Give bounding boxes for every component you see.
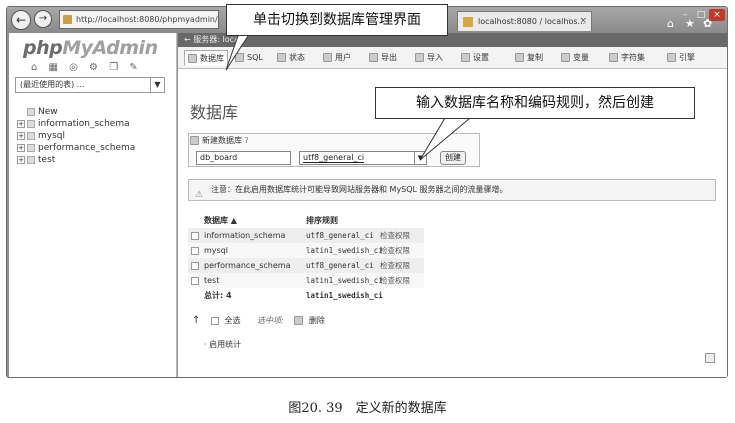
top-callout-pointer [225, 35, 249, 71]
figure-caption: 图20. 39 定义新的数据库 [288, 401, 447, 416]
top-callout: 单击切换到数据库管理界面 [226, 4, 448, 36]
middle-callout-pointer [419, 117, 471, 161]
callout-pointers [225, 35, 471, 161]
middle-callout: 输入数据库名称和编码规则，然后创建 [375, 87, 695, 119]
